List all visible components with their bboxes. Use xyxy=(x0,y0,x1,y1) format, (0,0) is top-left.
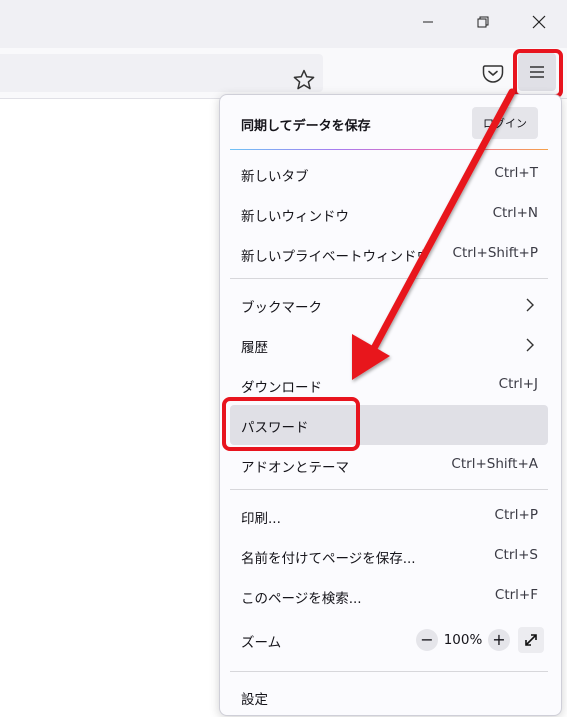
restore-icon xyxy=(477,16,489,28)
menu-item-find-in-page[interactable]: このページを検索... Ctrl+F xyxy=(230,576,548,616)
menu-item-label: 印刷... xyxy=(241,511,281,527)
menu-item-shortcut: Ctrl+Shift+A xyxy=(451,456,538,472)
menu-separator xyxy=(230,671,548,672)
title-bar xyxy=(0,0,567,48)
star-icon[interactable] xyxy=(292,68,316,92)
menu-item-new-tab[interactable]: 新しいタブ Ctrl+T xyxy=(230,154,548,194)
fullscreen-icon xyxy=(525,634,537,646)
menu-item-shortcut: Ctrl+S xyxy=(494,547,538,563)
menu-item-print[interactable]: 印刷... Ctrl+P xyxy=(230,496,548,536)
url-bar[interactable] xyxy=(0,54,323,92)
menu-item-label: 新しいプライベートウィンドウ xyxy=(241,249,430,265)
menu-item-label: 新しいウィンドウ xyxy=(241,209,349,225)
menu-item-label: ブックマーク xyxy=(241,300,322,316)
sync-label: 同期してデータを保存 xyxy=(241,119,371,134)
zoom-in-button[interactable]: + xyxy=(488,629,510,651)
sync-row: 同期してデータを保存 ログイン xyxy=(220,95,561,151)
menu-item-label: このページを検索... xyxy=(241,591,362,607)
chevron-right-icon xyxy=(526,298,534,312)
sync-separator xyxy=(230,149,548,150)
menu-separator xyxy=(230,278,548,279)
menu-item-shortcut: Ctrl+P xyxy=(494,507,538,523)
fullscreen-button[interactable] xyxy=(518,627,544,653)
menu-item-settings[interactable]: 設定 xyxy=(230,677,548,717)
menu-separator xyxy=(230,489,548,490)
menu-item-label: 履歴 xyxy=(241,340,268,356)
restore-button[interactable] xyxy=(457,0,509,44)
passwords-highlight xyxy=(222,397,360,451)
close-icon xyxy=(532,15,546,29)
menu-item-shortcut: Ctrl+T xyxy=(494,165,538,181)
minimize-icon xyxy=(423,21,433,23)
pocket-icon[interactable] xyxy=(482,62,504,84)
menu-item-label: アドオンとテーマ xyxy=(241,460,349,476)
menu-item-label: 名前を付けてページを保存... xyxy=(241,551,416,567)
menu-item-shortcut: Ctrl+F xyxy=(494,587,538,603)
menu-item-shortcut: Ctrl+J xyxy=(498,376,538,392)
menu-item-label: ダウンロード xyxy=(241,380,322,396)
zoom-value[interactable]: 100% xyxy=(438,632,488,648)
navigation-toolbar xyxy=(0,48,567,99)
menu-item-label: 新しいタブ xyxy=(241,169,309,185)
zoom-label: ズーム xyxy=(241,635,282,651)
menu-item-history[interactable]: 履歴 xyxy=(230,325,548,365)
menu-item-zoom: ズーム − 100% + xyxy=(230,620,548,660)
zoom-controls: − 100% + xyxy=(416,626,544,654)
menu-button-highlight xyxy=(513,49,563,98)
menu-item-new-window[interactable]: 新しいウィンドウ Ctrl+N xyxy=(230,194,548,234)
zoom-out-button[interactable]: − xyxy=(416,629,438,651)
chevron-right-icon xyxy=(526,338,534,352)
login-button[interactable]: ログイン xyxy=(472,107,538,139)
menu-item-new-private-window[interactable]: 新しいプライベートウィンドウ Ctrl+Shift+P xyxy=(230,234,548,274)
menu-item-shortcut: Ctrl+Shift+P xyxy=(452,245,538,261)
menu-item-label: 設定 xyxy=(241,692,268,708)
menu-item-addons-themes[interactable]: アドオンとテーマ Ctrl+Shift+A xyxy=(230,445,548,485)
menu-item-bookmarks[interactable]: ブックマーク xyxy=(230,285,548,325)
menu-item-save-page[interactable]: 名前を付けてページを保存... Ctrl+S xyxy=(230,536,548,576)
minimize-button[interactable] xyxy=(402,0,454,44)
close-button[interactable] xyxy=(513,0,565,44)
menu-item-shortcut: Ctrl+N xyxy=(492,205,538,221)
